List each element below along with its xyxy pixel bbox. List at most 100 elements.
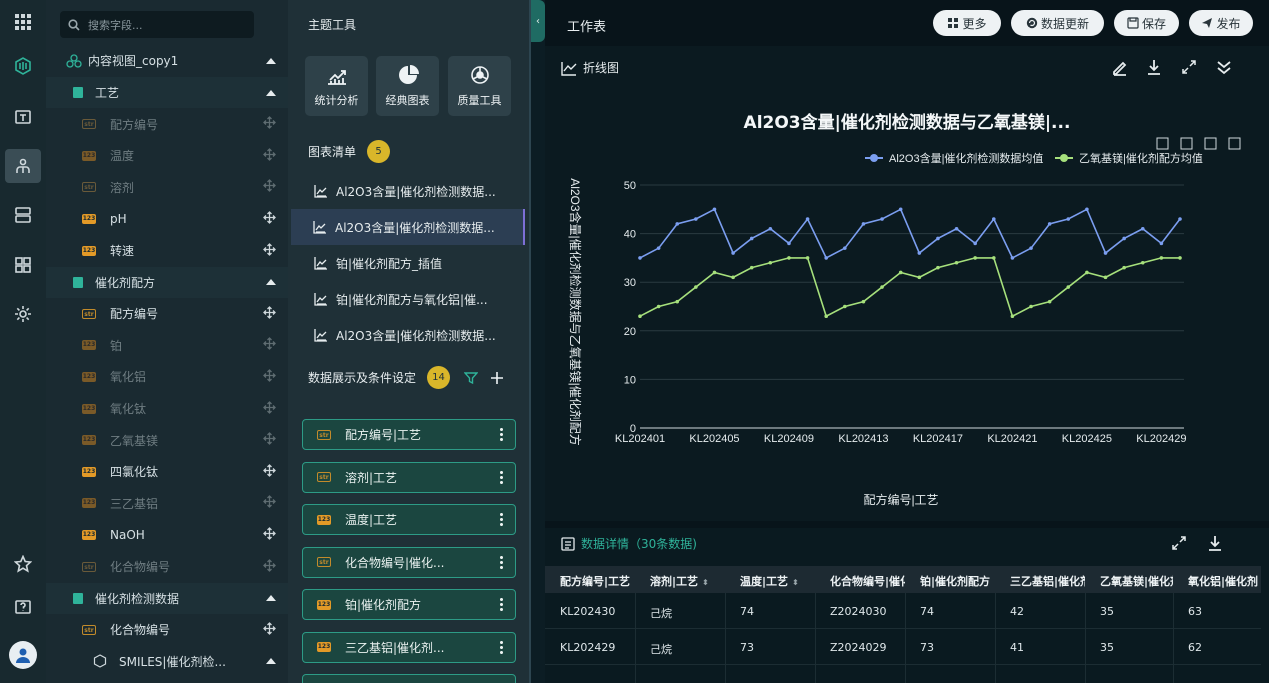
tree-root[interactable]: 内容视图_copy1 xyxy=(46,45,288,76)
display-field[interactable]: 123 三乙基铝|催化剂... xyxy=(302,631,516,663)
tree-field[interactable]: 123 温度 xyxy=(46,140,288,171)
sort-icon[interactable]: ⬍ xyxy=(702,578,709,587)
tree-group[interactable]: 工艺 xyxy=(46,77,288,108)
field-search-input[interactable]: 搜索字段... xyxy=(60,11,254,38)
column-header[interactable]: 三乙基铝|催化剂 xyxy=(995,573,1085,589)
chart-list-item[interactable]: 铂|催化剂配方与氧化铝|催... xyxy=(292,281,526,317)
drag-move-icon[interactable] xyxy=(263,432,276,448)
chevron-up-icon[interactable] xyxy=(266,658,276,665)
help-icon[interactable] xyxy=(5,591,41,625)
download-table-icon[interactable] xyxy=(1206,534,1224,552)
drag-move-icon[interactable] xyxy=(263,305,276,322)
display-field[interactable]: str 化合物编号|催化... xyxy=(302,546,516,578)
column-header[interactable]: 铂|催化剂配方 xyxy=(905,573,995,589)
display-field[interactable]: str 溶剂|工艺 xyxy=(302,461,516,493)
chart-list-item[interactable]: Al2O3含量|催化剂检测数据... xyxy=(292,317,526,353)
more-button[interactable]: 更多 xyxy=(933,10,1001,36)
tree-field[interactable]: 123 乙氧基镁 xyxy=(46,425,288,456)
settings-gear-icon[interactable] xyxy=(5,297,41,331)
column-header[interactable]: 溶剂|工艺 ⬍ xyxy=(635,573,725,589)
dashboard-icon[interactable] xyxy=(5,248,41,282)
chart-list-item[interactable]: Al2O3含量|催化剂检测数据... xyxy=(291,209,525,245)
table-row[interactable]: KL202429 己烷 73 Z2024029 73 41 35 62 xyxy=(545,629,1261,665)
more-vertical-icon[interactable] xyxy=(500,597,503,612)
chart-list-item[interactable]: 铂|催化剂配方_插值 xyxy=(292,245,526,281)
column-header[interactable]: 氧化铝|催化剂 xyxy=(1173,573,1261,589)
drag-move-icon[interactable] xyxy=(263,558,276,575)
tree-group[interactable]: 催化剂配方 xyxy=(46,266,288,298)
expand-icon[interactable] xyxy=(1180,58,1198,76)
drag-move-icon[interactable] xyxy=(263,242,276,259)
filter-icon[interactable] xyxy=(464,371,479,385)
refresh-icon xyxy=(1026,17,1038,29)
chevron-up-icon[interactable] xyxy=(266,279,276,286)
chevron-up-icon[interactable] xyxy=(266,57,276,64)
display-field[interactable]: 123 铂|催化剂配方 xyxy=(302,589,516,620)
column-header[interactable]: 温度|工艺 ⬍ xyxy=(725,573,815,589)
dataset-icon[interactable] xyxy=(5,100,41,134)
tile-statistics[interactable]: 统计分析 xyxy=(305,56,368,116)
apps-grid-icon[interactable] xyxy=(5,5,41,39)
tree-field[interactable]: 123 pH xyxy=(46,203,288,234)
drag-move-icon[interactable] xyxy=(263,116,276,132)
analysis-icon[interactable] xyxy=(5,149,41,183)
tree-field[interactable]: str 化合物编号 xyxy=(46,614,288,645)
user-avatar[interactable] xyxy=(9,641,37,669)
drag-move-icon[interactable] xyxy=(263,495,276,511)
publish-button[interactable]: 发布 xyxy=(1189,10,1253,36)
tree-field[interactable]: 123 氧化铝 xyxy=(46,361,288,392)
drag-move-icon[interactable] xyxy=(263,621,276,638)
more-vertical-icon[interactable] xyxy=(500,639,503,655)
column-header[interactable]: 乙氧基镁|催化剂 xyxy=(1085,573,1173,589)
chevron-up-icon[interactable] xyxy=(266,595,276,602)
more-vertical-icon[interactable] xyxy=(500,554,503,570)
star-icon[interactable] xyxy=(5,547,41,581)
tree-field[interactable]: str 配方编号 xyxy=(46,298,288,329)
more-vertical-icon[interactable] xyxy=(500,469,503,485)
tree-group[interactable]: 催化剂检测数据 xyxy=(46,582,288,614)
table-row[interactable]: KL202430 己烷 74 Z2024030 74 42 35 63 xyxy=(545,593,1261,629)
tile-quality-tools[interactable]: 质量工具 xyxy=(448,56,511,116)
save-button[interactable]: 保存 xyxy=(1114,10,1179,36)
column-header[interactable]: 化合物编号|催化 xyxy=(815,573,905,589)
brand-logo-icon[interactable] xyxy=(5,49,41,83)
tree-field[interactable]: str 化合物编号 xyxy=(46,551,288,582)
tree-field[interactable]: 123 转速 xyxy=(46,235,288,266)
drag-move-icon[interactable] xyxy=(263,526,276,543)
tile-classic-charts[interactable]: 经典图表 xyxy=(376,56,439,116)
tree-field[interactable]: str 配方编号 xyxy=(46,109,288,140)
drag-move-icon[interactable] xyxy=(263,179,276,195)
tree-field[interactable]: 123 氧化钛 xyxy=(46,393,288,424)
number-type-icon: 123 xyxy=(82,213,96,224)
display-field[interactable]: str 配方编号|工艺 xyxy=(302,419,516,450)
drag-move-icon[interactable] xyxy=(263,400,276,417)
server-icon[interactable] xyxy=(5,198,41,232)
tree-field[interactable]: 123 四氯化钛 xyxy=(46,456,288,487)
add-icon[interactable] xyxy=(490,371,504,385)
chevron-double-down-icon[interactable] xyxy=(1215,58,1233,76)
tree-field[interactable]: str 溶剂 xyxy=(46,172,288,203)
download-icon[interactable] xyxy=(1145,58,1163,76)
refresh-data-button[interactable]: 数据更新 xyxy=(1011,10,1104,36)
chart-list-item[interactable]: Al2O3含量|催化剂检测数据... xyxy=(292,173,526,209)
sort-icon[interactable]: ⬍ xyxy=(792,578,799,587)
display-field[interactable]: 123 温度|工艺 xyxy=(302,504,516,535)
expand-table-icon[interactable] xyxy=(1170,534,1188,552)
tree-field[interactable]: 123 NaOH xyxy=(46,519,288,550)
tree-field[interactable]: 123 铂 xyxy=(46,330,288,361)
drag-move-icon[interactable] xyxy=(263,210,276,227)
drag-move-icon[interactable] xyxy=(263,147,276,164)
column-header[interactable]: 配方编号|工艺 xyxy=(545,573,635,589)
tree-field[interactable]: SMILES|催化剂检... xyxy=(46,646,288,677)
drag-move-icon[interactable] xyxy=(263,368,276,385)
display-field[interactable]: 123乙氧基镁|催化剂... xyxy=(302,674,516,683)
collapse-handle[interactable]: ‹ xyxy=(531,0,545,42)
drag-move-icon[interactable] xyxy=(263,337,276,353)
more-vertical-icon[interactable] xyxy=(500,427,503,442)
chevron-up-icon[interactable] xyxy=(266,89,276,96)
more-vertical-icon[interactable] xyxy=(500,512,503,527)
drag-move-icon[interactable] xyxy=(263,463,276,480)
edit-icon[interactable] xyxy=(1111,58,1129,76)
tree-field[interactable]: 123 三乙基铝 xyxy=(46,488,288,519)
line-chart[interactable]: 01020304050KL202401 KL202405 KL202409 KL202… xyxy=(545,130,1269,550)
